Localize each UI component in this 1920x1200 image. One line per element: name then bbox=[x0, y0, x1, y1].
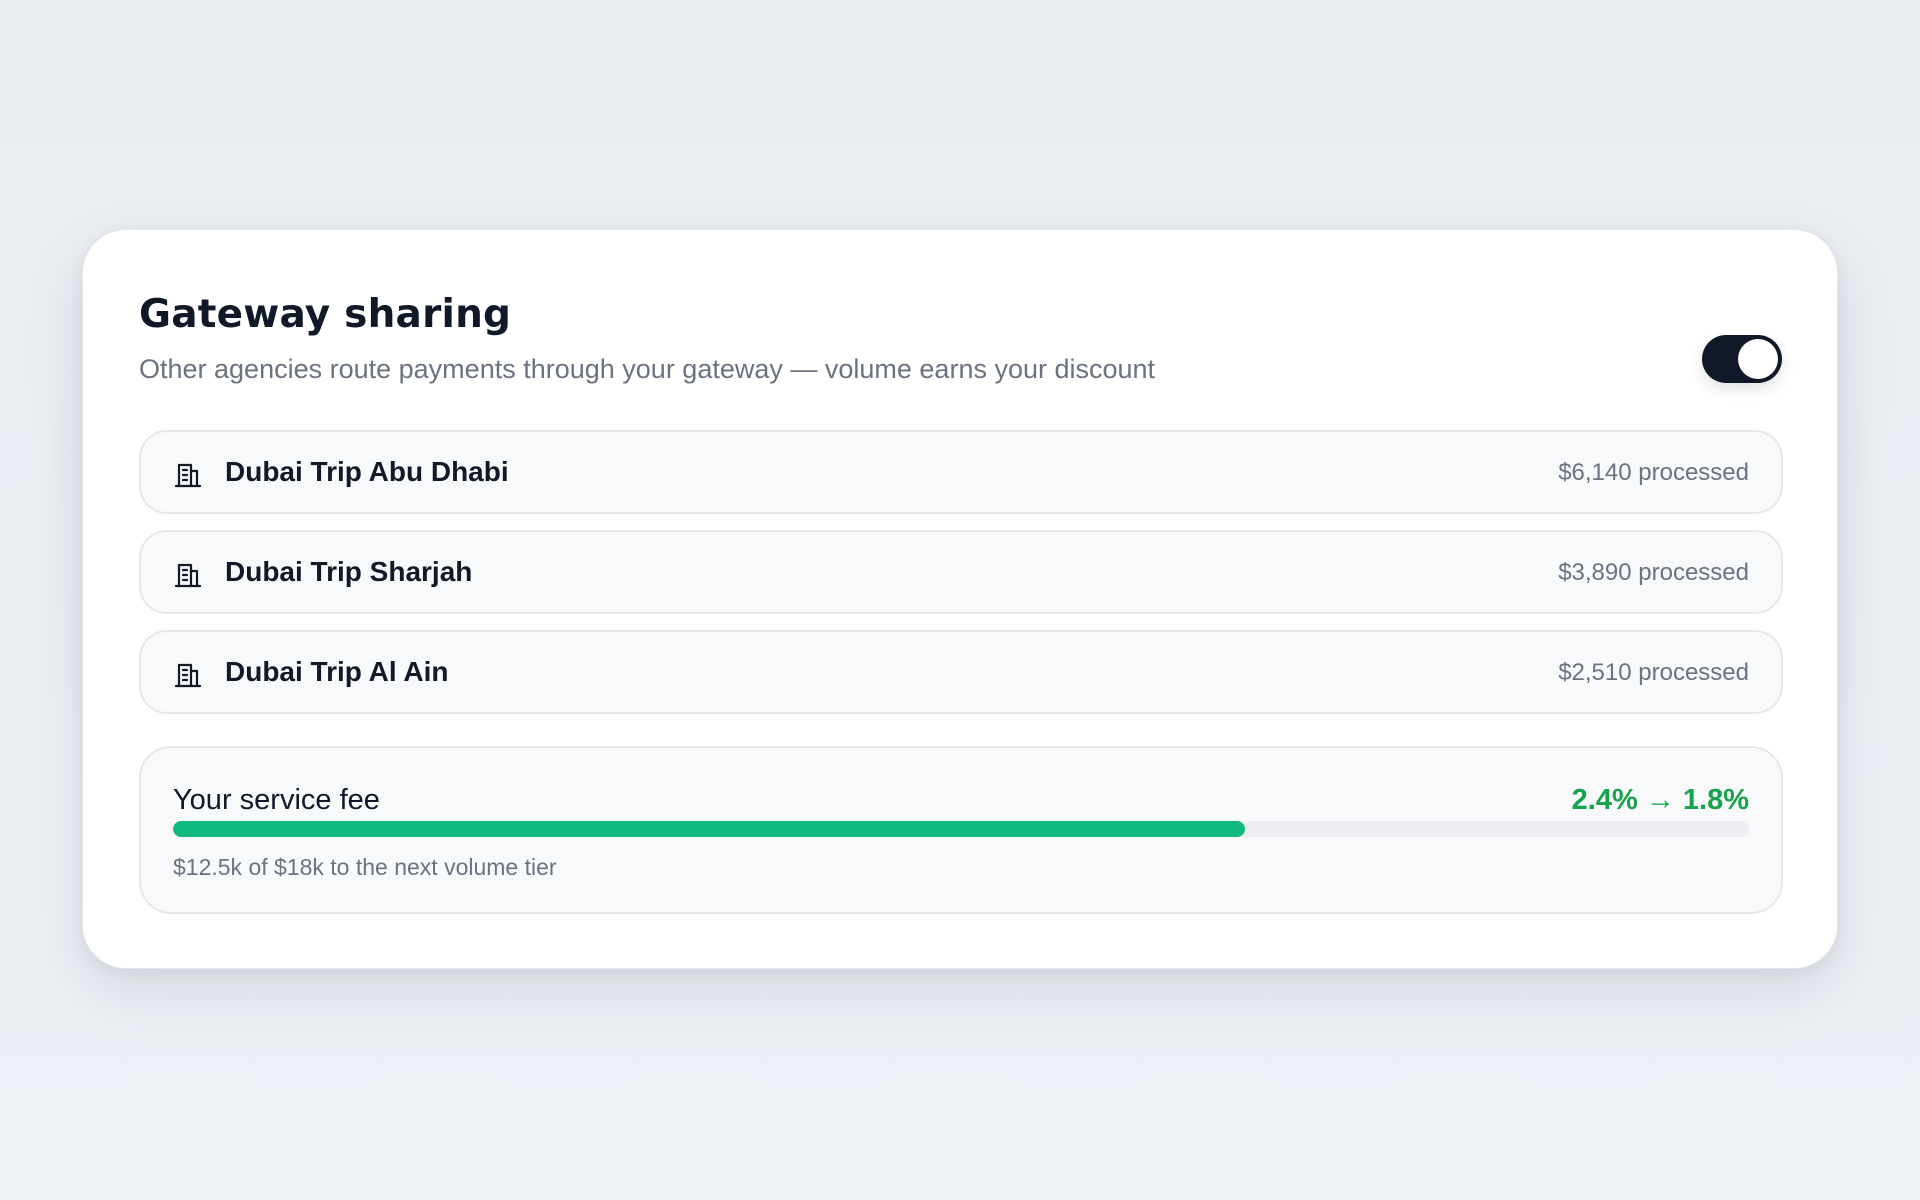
building-icon bbox=[174, 663, 202, 688]
agency-processed-amount: $3,890 processed bbox=[1558, 559, 1749, 586]
toggle-knob bbox=[1738, 339, 1778, 379]
page-subtitle: Other agencies route payments through yo… bbox=[139, 354, 1156, 384]
card-header: Gateway sharing Other agencies route pay… bbox=[139, 292, 1399, 386]
agency-name: Dubai Trip Sharjah bbox=[225, 556, 473, 587]
service-fee-label: Your service fee bbox=[173, 784, 380, 816]
volume-progress-fill bbox=[173, 821, 1245, 837]
agency-name: Dubai Trip Abu Dhabi bbox=[225, 456, 509, 487]
agency-row-sharjah[interactable]: Dubai Trip Sharjah $3,890 processed bbox=[139, 530, 1783, 614]
gateway-sharing-toggle[interactable] bbox=[1702, 335, 1782, 383]
building-icon bbox=[174, 563, 202, 588]
agency-row-abu-dhabi[interactable]: Dubai Trip Abu Dhabi $6,140 processed bbox=[139, 430, 1783, 514]
service-fee-change: 2.4% → 1.8% bbox=[1571, 784, 1749, 816]
agency-row-al-ain[interactable]: Dubai Trip Al Ain $2,510 processed bbox=[139, 630, 1783, 714]
page-title: Gateway sharing bbox=[139, 292, 512, 337]
volume-tier-note: $12.5k of $18k to the next volume tier bbox=[173, 854, 557, 880]
agency-processed-amount: $6,140 processed bbox=[1558, 459, 1749, 486]
building-icon bbox=[174, 463, 202, 488]
agency-list: Dubai Trip Abu Dhabi $6,140 processed Du… bbox=[139, 430, 1783, 730]
service-fee-panel: Your service fee 2.4% → 1.8% $12.5k of $… bbox=[139, 746, 1783, 914]
volume-progress-track bbox=[173, 821, 1749, 837]
gateway-sharing-card: Gateway sharing Other agencies route pay… bbox=[82, 229, 1838, 969]
agency-processed-amount: $2,510 processed bbox=[1558, 659, 1749, 686]
agency-name: Dubai Trip Al Ain bbox=[225, 656, 449, 687]
